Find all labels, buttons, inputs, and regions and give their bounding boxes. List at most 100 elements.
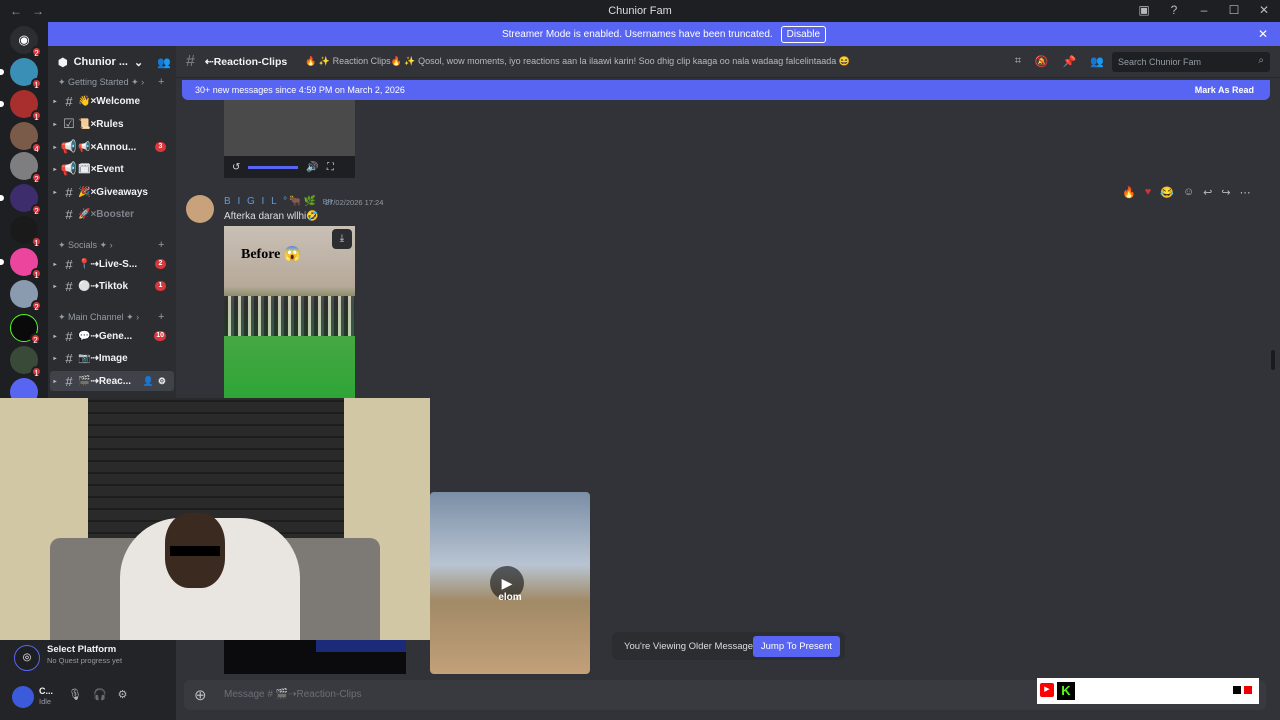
server-icon[interactable]: 1	[0, 58, 42, 90]
channel-reaction-clips[interactable]: ▸ # 🎬⇢Reac... 👤 ⚙	[50, 371, 174, 391]
inbox-icon[interactable]: ▣	[1136, 3, 1152, 17]
server-icon[interactable]: 2	[10, 280, 42, 312]
caret-icon: ▸	[53, 355, 57, 362]
maximize-button[interactable]: ☐	[1226, 3, 1242, 17]
youtube-icon: ▶	[1040, 683, 1054, 697]
video-thumbnail[interactable]	[224, 640, 406, 674]
webcam-overlay	[0, 398, 430, 640]
add-reaction-icon[interactable]: ☺	[1183, 186, 1194, 199]
server-icon[interactable]: 1	[0, 248, 42, 280]
server-icon[interactable]: 4	[10, 122, 42, 154]
help-icon[interactable]: ?	[1166, 3, 1182, 17]
add-attachment-icon[interactable]: ⊕	[194, 686, 207, 704]
search-input[interactable]: Search Chunior Fam ⌕	[1112, 52, 1270, 72]
channel-image[interactable]: ▸ # 📷⇢Image	[50, 348, 174, 368]
user-status: Idle	[39, 697, 52, 706]
guild-header[interactable]: ⬢ Chunior ... ⌄ 👥	[48, 46, 176, 78]
title-bar: ← → Chunior Fam ▣ ? – ☐ ✕	[0, 0, 1280, 22]
gear-icon[interactable]: ⚙	[118, 688, 128, 701]
channel-booster[interactable]: # 🚀×Booster	[50, 204, 174, 224]
channel-welcome[interactable]: ▸ # 👋×Welcome	[50, 91, 174, 111]
message-input[interactable]: Message # 🎬⇢Reaction-Clips	[224, 689, 362, 700]
channel-tiktok[interactable]: ▸ # ⚪⇢Tiktok 1	[50, 276, 174, 296]
forward-icon[interactable]: ↪	[1221, 186, 1230, 199]
category-getting-started[interactable]: ✦ Getting Started ✦ › +	[58, 76, 164, 88]
server-icon[interactable]: 1	[0, 90, 42, 122]
add-channel-icon[interactable]: +	[158, 311, 164, 323]
microphone-icon[interactable]: 🎙	[68, 688, 82, 701]
guild-name: Chunior ...	[73, 56, 128, 68]
volume-icon[interactable]: 🔊	[306, 162, 318, 173]
hash-icon: #	[65, 256, 73, 272]
reaction-icon[interactable]: 😂	[1160, 186, 1174, 199]
server-icon[interactable]: 2	[0, 184, 42, 216]
channel-giveaways[interactable]: ▸ # 🎉×Giveaways	[50, 182, 174, 202]
older-messages-text: You're Viewing Older Messages	[624, 640, 758, 652]
home-button[interactable]: ◉ 2	[10, 26, 42, 58]
message-author[interactable]: B I G I L °🐂🌿 BR	[224, 196, 333, 207]
caret-icon: ▸	[53, 378, 57, 385]
reaction-icon[interactable]: 🔥	[1122, 186, 1136, 199]
category-main-channel[interactable]: ✦ Main Channel ✦ › +	[58, 311, 164, 323]
headphones-icon[interactable]: 🎧	[93, 688, 107, 701]
more-icon[interactable]: ⋯	[1240, 186, 1251, 199]
channel-live-stream[interactable]: ▸ # 📍⇢Live-S... 2	[50, 254, 174, 274]
member-list-icon[interactable]: 👥	[1090, 55, 1104, 68]
reply-icon[interactable]: ↩	[1203, 186, 1212, 199]
channel-event[interactable]: ▸ 📢 🗓×Event	[50, 159, 174, 179]
pin-icon[interactable]: 📌	[1063, 55, 1077, 68]
add-channel-icon[interactable]: +	[158, 76, 164, 88]
channel-announcements[interactable]: ▸ 📢 📢×Annou... 3	[50, 137, 174, 157]
mute-bell-icon[interactable]: 🔕	[1035, 55, 1049, 68]
add-channel-icon[interactable]: +	[158, 239, 164, 251]
rules-icon: ☑	[63, 116, 75, 131]
close-icon[interactable]: ✕	[1258, 27, 1268, 41]
quest-panel[interactable]: ◎ Select Platform No Quest progress yet	[0, 640, 176, 678]
video-attachment[interactable]: ▶ elom	[430, 492, 590, 674]
server-icon[interactable]: 1	[10, 216, 42, 248]
message-timestamp: 27/02/2026 17:24	[325, 198, 384, 207]
avatar[interactable]	[186, 195, 214, 223]
user-panel: C... Idle 🎙 🎧 ⚙	[0, 678, 176, 720]
new-messages-bar[interactable]: 30+ new messages since 4:59 PM on March …	[182, 80, 1270, 100]
replay-icon[interactable]: ↺	[232, 162, 240, 173]
threads-icon[interactable]: ⌗	[1015, 55, 1021, 68]
channel-general[interactable]: ▸ # 💬⇢Gene... 10	[50, 326, 174, 346]
caret-icon: ▸	[53, 166, 57, 173]
video-thumbnail	[224, 296, 355, 336]
caret-icon: ▸	[53, 98, 57, 105]
fullscreen-icon[interactable]: ⛶	[327, 162, 334, 173]
channel-topic[interactable]: 🔥 ✨ Reaction Clips🔥 ✨ Qosol, wow moments…	[305, 56, 850, 67]
mark-as-read-button[interactable]: Mark As Read	[1195, 85, 1254, 95]
category-socials[interactable]: ✦ Socials ✦ › +	[58, 239, 164, 251]
avatar[interactable]	[12, 686, 34, 708]
announcement-icon: 📢	[60, 161, 78, 176]
kick-icon: K	[1057, 682, 1075, 700]
video-caption: Before 😱	[241, 247, 302, 262]
server-icon[interactable]: 1	[10, 346, 42, 378]
disable-button[interactable]: Disable	[780, 25, 827, 43]
download-icon[interactable]: ⤓	[332, 229, 352, 249]
hash-icon: #	[65, 93, 73, 109]
channel-rules[interactable]: ▸ ☑ 📜×Rules	[50, 114, 174, 134]
minimize-button[interactable]: –	[1196, 3, 1212, 17]
quest-icon: ◎	[14, 645, 40, 671]
close-window-button[interactable]: ✕	[1256, 3, 1272, 17]
reaction-icon[interactable]: ♥	[1145, 186, 1152, 199]
add-member-icon[interactable]: 👥	[157, 56, 171, 69]
progress-bar[interactable]	[248, 165, 299, 169]
video-controls: ↺ 🔊 ⛶	[224, 156, 355, 178]
video-attachment[interactable]: Before 😱 ⤓	[224, 226, 355, 398]
server-icon[interactable]: 2	[10, 314, 41, 345]
invite-icon[interactable]: 👤	[143, 376, 154, 387]
video-player[interactable]: ↺ 🔊 ⛶	[224, 100, 355, 178]
hash-icon: #	[65, 278, 73, 294]
caret-icon: ▸	[53, 333, 57, 340]
streamer-mode-banner: Streamer Mode is enabled. Usernames have…	[48, 22, 1280, 46]
scrollbar[interactable]	[1271, 350, 1275, 370]
voice-controls: 🎙 🎧 ⚙	[68, 688, 128, 701]
window-title: Chunior Fam	[608, 5, 672, 17]
server-icon[interactable]: 2	[10, 152, 42, 184]
gear-icon[interactable]: ⚙	[158, 376, 166, 387]
jump-to-present-button[interactable]: Jump To Present	[752, 636, 840, 657]
